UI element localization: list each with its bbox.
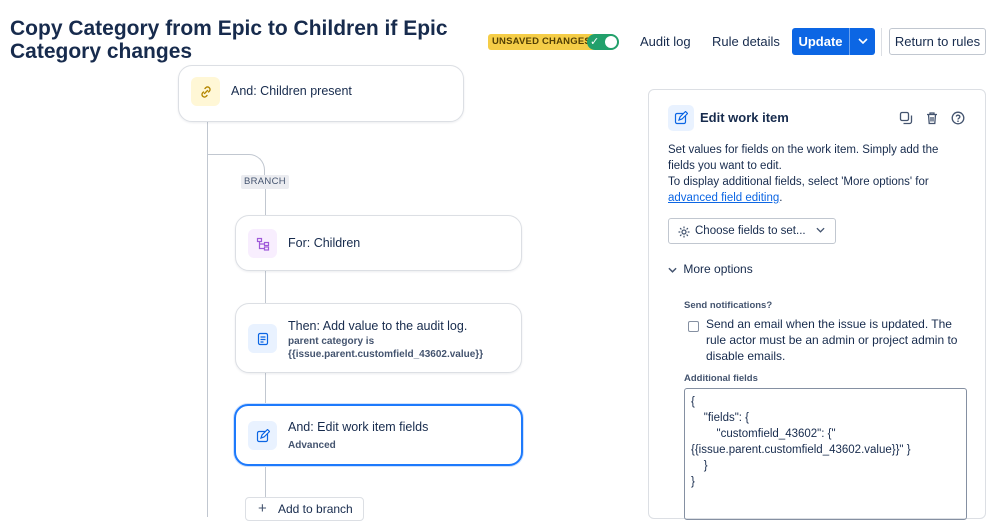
more-options-toggle[interactable]: More options [668, 262, 753, 276]
send-email-checkbox[interactable] [688, 321, 699, 332]
add-to-branch-button[interactable]: + Add to branch [245, 497, 364, 521]
edit-work-item-panel: Edit work item Set values for fields on … [648, 89, 986, 520]
hierarchy-icon [248, 229, 277, 258]
choose-fields-dropdown[interactable]: Choose fields to set... [668, 218, 836, 244]
rule-details-button[interactable]: Rule details [712, 28, 780, 56]
chevron-down-icon [668, 265, 680, 275]
card-subtitle: parent category is [288, 336, 375, 347]
choose-fields-label: Choose fields to set... [695, 225, 806, 237]
chevron-down-icon [816, 219, 825, 243]
check-icon: ✓ [590, 36, 600, 48]
branch-label: BRANCH [241, 175, 289, 189]
rule-enabled-toggle[interactable]: ✓ [587, 34, 619, 50]
additional-fields-label: Additional fields [684, 373, 758, 384]
action-card-edit-work-item[interactable]: And: Edit work item fields Advanced [234, 404, 523, 466]
send-email-text: Send an email when the issue is updated.… [706, 317, 958, 363]
panel-description: Set values for fields on the work item. … [668, 142, 968, 206]
description-end: . [779, 192, 783, 204]
chevron-down-icon[interactable] [850, 28, 875, 55]
description-line: fields you want to edit. [668, 160, 782, 172]
panel-actions [897, 109, 967, 127]
card-title: For: Children [288, 236, 361, 250]
edit-icon [248, 421, 277, 450]
more-options-label: More options [683, 262, 753, 276]
page-title: Copy Category from Epic to Children if E… [10, 17, 448, 63]
toggle-knob [605, 36, 617, 48]
document-icon [248, 324, 277, 353]
action-card-audit-log[interactable]: Then: Add value to the audit log. parent… [235, 303, 522, 373]
duplicate-icon[interactable] [897, 109, 915, 127]
card-subtitle: {{issue.parent.customfield_43602.value}} [288, 349, 484, 360]
panel-title: Edit work item [700, 110, 789, 125]
link-icon [191, 77, 220, 106]
description-line: Set values for fields on the work item. … [668, 144, 939, 156]
return-to-rules-button[interactable]: Return to rules [889, 28, 986, 55]
card-title: Then: Add value to the audit log. [288, 319, 468, 333]
card-title: And: Children present [231, 84, 352, 98]
audit-log-button[interactable]: Audit log [640, 28, 691, 56]
header-divider [881, 28, 882, 56]
gear-icon [677, 224, 691, 248]
rule-flow-canvas: BRANCH And: Children present For: Childr… [0, 65, 640, 521]
card-title: And: Edit work item fields [288, 420, 429, 434]
additional-fields-textarea[interactable]: { "fields": { "customfield_43602": {" {{… [684, 388, 967, 520]
help-icon[interactable] [949, 109, 967, 127]
add-to-branch-label: Add to branch [278, 502, 353, 516]
send-notifications-label: Send notifications? [684, 300, 773, 311]
description-line: To display additional fields, select 'Mo… [668, 176, 929, 188]
card-subtitle: Advanced [288, 440, 336, 451]
condition-card-children-present[interactable]: And: Children present [178, 65, 464, 122]
trash-icon[interactable] [923, 109, 941, 127]
edit-icon [668, 105, 694, 131]
update-button[interactable]: Update [792, 28, 849, 55]
header-actions: UNSAVED CHANGES ✓ Audit log Rule details… [488, 28, 988, 56]
unsaved-changes-badge: UNSAVED CHANGES [488, 34, 595, 50]
advanced-field-editing-link[interactable]: advanced field editing [668, 192, 779, 204]
branch-card-for-children[interactable]: For: Children [235, 215, 522, 271]
plus-icon: + [258, 500, 267, 517]
update-button-group: Update [792, 28, 875, 55]
